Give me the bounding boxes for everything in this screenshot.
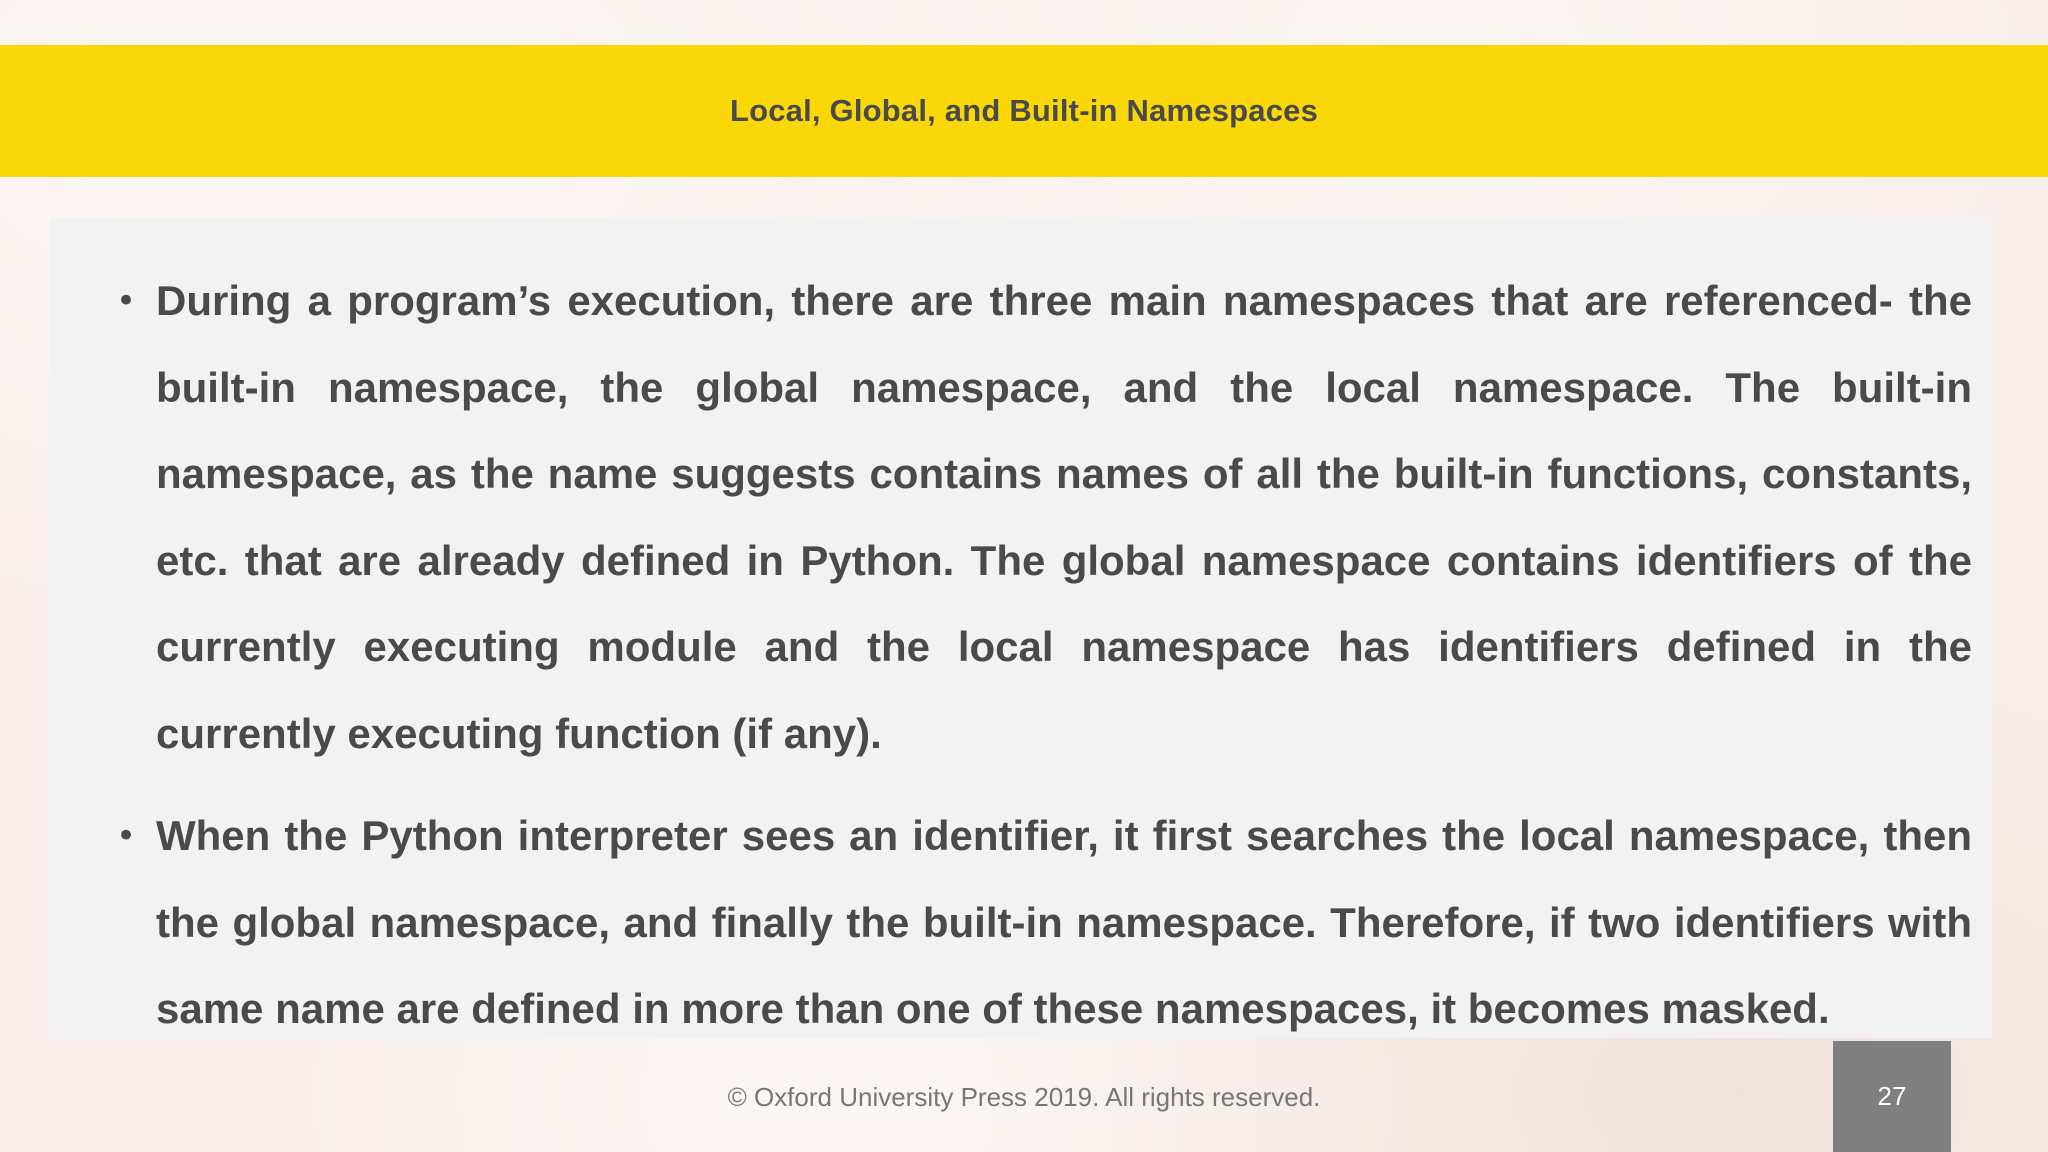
page-number-box: 27 [1833,1041,1951,1152]
bullet-text: During a program’s execution, there are … [156,277,1972,757]
slide-title: Local, Global, and Built-in Namespaces [729,93,1319,128]
slide-title-bar: Local, Global, and Built-in Namespaces [0,45,2048,177]
bullet-icon: • [116,816,137,856]
bullet-item: • When the Python interpreter sees an id… [106,793,1972,1053]
bullet-text: When the Python interpreter sees an iden… [156,812,1972,1032]
bullet-icon: • [116,281,137,321]
bullet-item: • During a program’s execution, there ar… [106,258,1972,777]
copyright-footer: © Oxford University Press 2019. All righ… [727,1082,1321,1112]
slide-content: • During a program’s execution, there ar… [50,218,1992,1038]
page-number: 27 [1877,1081,1907,1111]
